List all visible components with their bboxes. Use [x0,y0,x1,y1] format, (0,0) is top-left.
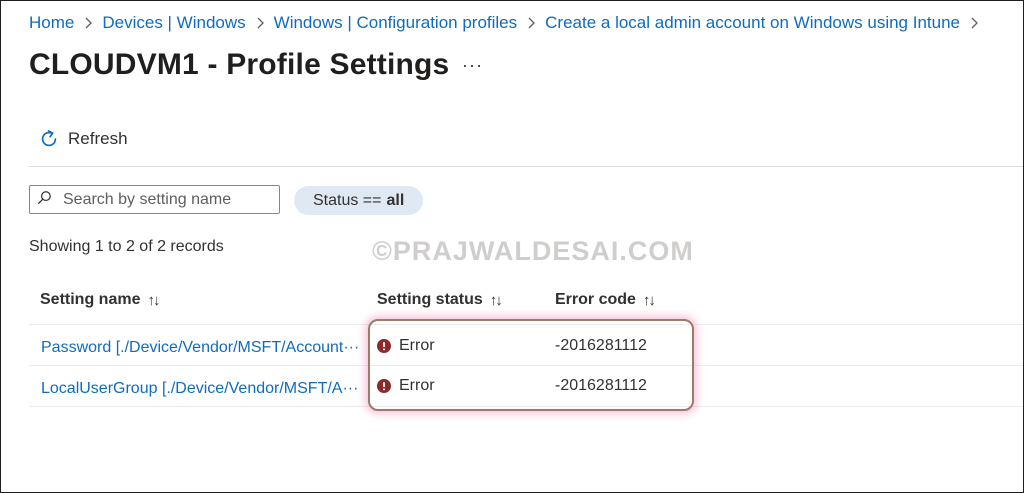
chevron-right-icon [526,17,536,29]
search-box[interactable] [29,185,280,214]
page-title: CLOUDVM1 - Profile Settings [29,48,450,81]
status-filter-value: all [386,191,405,209]
column-header-setting-status[interactable]: Setting status ↑↓ [377,291,503,309]
breadcrumb-configuration-profiles[interactable]: Windows | Configuration profiles [274,13,517,33]
records-count: Showing 1 to 2 of 2 records [29,238,224,255]
breadcrumb-local-admin-profile[interactable]: Create a local admin account on Windows … [545,13,960,33]
setting-name-link[interactable]: Password [./Device/Vendor/MSFT/Account··… [41,339,363,357]
refresh-button[interactable]: Refresh [38,128,128,150]
status-filter-pill[interactable]: Status == all [294,186,424,215]
annotation-highlight-box [368,319,694,411]
chevron-right-icon [255,17,265,29]
column-label: Error code [555,291,636,308]
breadcrumb: Home Devices | Windows Windows | Configu… [29,13,988,33]
search-icon [37,190,52,210]
column-header-error-code[interactable]: Error code ↑↓ [555,291,656,309]
sort-icon[interactable]: ↑↓ [147,292,160,309]
search-input[interactable] [61,189,275,210]
sort-icon[interactable]: ↑↓ [490,292,503,309]
watermark: ©PRAJWALDESAI.COM [372,236,694,266]
refresh-label: Refresh [68,129,128,148]
setting-name-link[interactable]: LocalUserGroup [./Device/Vendor/MSFT/A··… [41,380,363,398]
status-filter-label: Status == [313,191,382,209]
refresh-icon [38,128,60,150]
column-label: Setting status [377,291,483,308]
chevron-right-icon [969,17,979,29]
chevron-right-icon [83,17,93,29]
breadcrumb-devices-windows[interactable]: Devices | Windows [102,13,245,33]
toolbar-divider [29,166,1023,167]
breadcrumb-home[interactable]: Home [29,13,74,33]
sort-icon[interactable]: ↑↓ [643,292,656,309]
column-header-setting-name[interactable]: Setting name ↑↓ [40,291,160,309]
column-label: Setting name [40,291,141,308]
more-options-icon[interactable]: ··· [462,55,483,76]
